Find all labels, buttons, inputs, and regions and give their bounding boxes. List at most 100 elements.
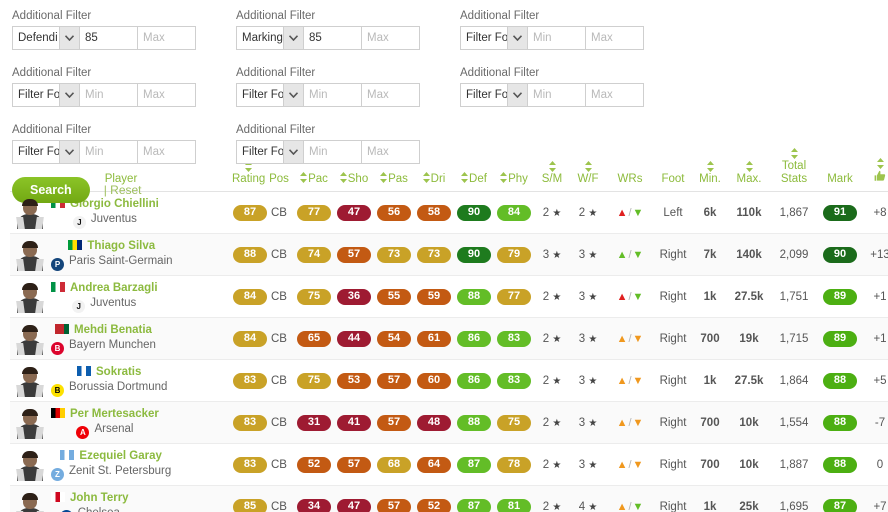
player-club[interactable]: CChelsea: [59, 507, 120, 512]
cell-work-rates: ▲/▼: [606, 486, 654, 512]
player-name[interactable]: Thiago Silva: [68, 239, 155, 252]
cell-def: 86: [454, 360, 494, 402]
cell-rating: 83: [232, 444, 267, 486]
filter-min-input-0[interactable]: [80, 26, 138, 50]
cell-def: 87: [454, 486, 494, 512]
filter-min-input-1[interactable]: [304, 26, 362, 50]
filter-max-input-4[interactable]: [362, 83, 420, 107]
chevron-down-icon[interactable]: [59, 84, 79, 106]
filter-select-1[interactable]: Marking: [236, 26, 304, 50]
filter-max-input-0[interactable]: [138, 26, 196, 50]
table-row[interactable]: Andrea Barzagli J Juventus 84 CB 75 36 55 59 88 77…: [10, 276, 888, 318]
cell-skill-moves: 2 ★: [534, 402, 570, 444]
player-cell[interactable]: Andrea Barzagli J Juventus: [10, 276, 232, 318]
filter-max-input-6[interactable]: [138, 140, 196, 164]
player-name[interactable]: Mehdi Benatia: [54, 323, 152, 336]
table-row[interactable]: John Terry CChelsea 85 CB 34 47 57 52 87 81 2 ★ 4 ★…: [10, 485, 888, 512]
filter-select-5[interactable]: Filter For: [460, 83, 528, 107]
mark-pill: 89: [823, 330, 857, 347]
filter-max-input-7[interactable]: [362, 140, 420, 164]
filter-select-4[interactable]: Filter For: [236, 83, 304, 107]
table-row[interactable]: Per Mertesacker A Arsenal 83 CB 31 41 57 48 88 75 2…: [10, 401, 888, 444]
chevron-down-icon[interactable]: [507, 84, 527, 106]
player-name[interactable]: Per Mertesacker: [51, 407, 159, 420]
filter-min-input-4[interactable]: [304, 83, 362, 107]
cell-pas: 68: [374, 444, 414, 486]
player-club[interactable]: A Arsenal: [76, 423, 133, 439]
work-rate-attack-icon: ▲: [616, 290, 628, 303]
reset-link[interactable]: | Reset: [104, 183, 142, 197]
sho-pill: 36: [337, 288, 371, 305]
filter-max-input-3[interactable]: [138, 83, 196, 107]
mark-pill: 89: [823, 288, 857, 305]
player-cell[interactable]: Per Mertesacker A Arsenal: [10, 402, 232, 444]
player-club[interactable]: J Juventus: [72, 297, 136, 313]
filter-select-6[interactable]: Filter For: [12, 140, 80, 164]
chevron-down-icon[interactable]: [59, 141, 79, 163]
star-rating: 2 ★: [542, 290, 562, 303]
filter-min-input-7[interactable]: [304, 140, 362, 164]
avatar: [16, 449, 44, 481]
table-row[interactable]: Ezequiel Garay Z Zenit St. Petersburg 83 CB 5…: [10, 444, 888, 486]
filter-select-3[interactable]: Filter For: [12, 83, 80, 107]
pac-pill: 75: [297, 288, 331, 305]
avatar: [16, 365, 44, 397]
player-cell[interactable]: Thiago Silva P Paris Saint-Germain: [10, 234, 232, 276]
cell-dri: 60: [414, 360, 454, 402]
player-cell[interactable]: Sokratis B Borussia Dortmund: [10, 360, 232, 402]
player-cell[interactable]: John Terry CChelsea: [10, 486, 232, 512]
player-name[interactable]: John Terry: [51, 491, 129, 504]
cell-foot: Right: [659, 500, 687, 512]
cell-max-price: 10k: [739, 458, 759, 471]
work-rates: ▲/▼: [616, 500, 644, 512]
chevron-down-icon[interactable]: [283, 27, 303, 49]
chevron-down-icon[interactable]: [59, 27, 79, 49]
filter-max-input-1[interactable]: [362, 26, 420, 50]
player-club[interactable]: B Borussia Dortmund: [51, 381, 167, 397]
club-crest-icon: A: [76, 425, 90, 439]
table-row[interactable]: Thiago Silva P Paris Saint-Germain 88 CB 74 57…: [10, 233, 888, 276]
avatar: [16, 281, 44, 313]
chevron-down-icon[interactable]: [507, 27, 527, 49]
work-rate-defense-icon: ▼: [632, 416, 644, 429]
star-rating: 3 ★: [578, 416, 598, 429]
player-club[interactable]: J Juventus: [72, 213, 137, 229]
pac-pill: 75: [297, 372, 331, 389]
filter-max-input-5[interactable]: [586, 83, 644, 107]
filter-select-0[interactable]: Defendi: [12, 26, 80, 50]
filter-min-input-6[interactable]: [80, 140, 138, 164]
filter-cell-6: Additional Filter Filter For: [12, 124, 236, 164]
filter-select-7[interactable]: Filter For: [236, 140, 304, 164]
filter-max-input-2[interactable]: [586, 26, 644, 50]
filter-cell-2: Additional Filter Filter For: [460, 10, 684, 50]
player-club[interactable]: Z Zenit St. Petersburg: [51, 465, 171, 481]
filter-select-2[interactable]: Filter For: [460, 26, 528, 50]
chevron-down-icon[interactable]: [283, 84, 303, 106]
cell-pas: 57: [374, 486, 414, 512]
pac-pill: 34: [297, 498, 331, 512]
player-cell[interactable]: Mehdi Benatia B Bayern Munchen: [10, 318, 232, 360]
cell-pas: 57: [374, 402, 414, 444]
player-cell[interactable]: Ezequiel Garay Z Zenit St. Petersburg: [10, 444, 232, 486]
table-row[interactable]: Mehdi Benatia B Bayern Munchen 84 CB 65 44 54 61…: [10, 317, 888, 360]
filter-min-input-3[interactable]: [80, 83, 138, 107]
table-row[interactable]: Sokratis B Borussia Dortmund 83 CB 75 53 57 60 86…: [10, 360, 888, 402]
player-name[interactable]: Ezequiel Garay: [60, 449, 162, 462]
cell-sho: 57: [334, 234, 374, 276]
pac-pill: 31: [297, 414, 331, 431]
player-club[interactable]: B Bayern Munchen: [51, 339, 156, 355]
filter-min-input-2[interactable]: [528, 26, 586, 50]
cell-sho: 36: [334, 276, 374, 318]
work-rate-attack-icon: ▲: [616, 374, 628, 387]
work-rate-defense-icon: ▼: [632, 248, 644, 261]
player-club[interactable]: P Paris Saint-Germain: [51, 255, 173, 271]
filter-min-input-5[interactable]: [528, 83, 586, 107]
rating-pill: 84: [233, 288, 267, 305]
cell-weak-foot: 3 ★: [570, 402, 606, 444]
chevron-down-icon[interactable]: [283, 141, 303, 163]
filter-row: Defendi: [12, 26, 236, 50]
player-name[interactable]: Andrea Barzagli: [51, 281, 158, 294]
pac-pill: 52: [297, 456, 331, 473]
cell-total-stats: 1,715: [779, 332, 809, 345]
player-name[interactable]: Sokratis: [77, 365, 141, 378]
